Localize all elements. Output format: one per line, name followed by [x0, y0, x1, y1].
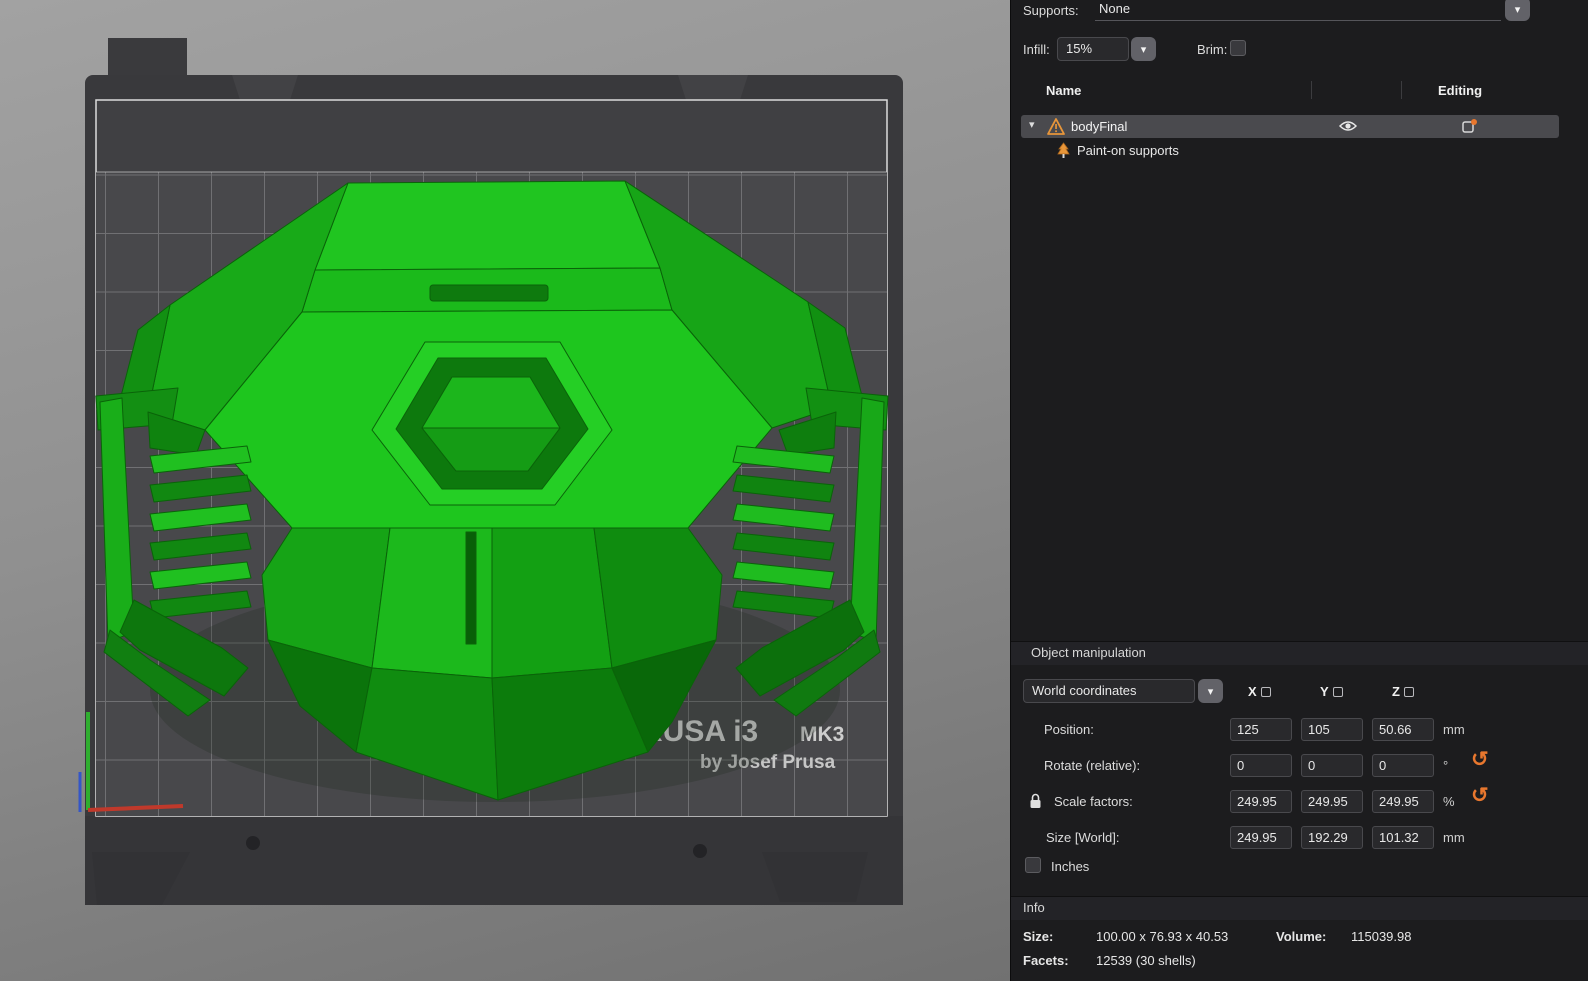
info-size-label: Size: [1023, 929, 1054, 944]
rotate-z-field[interactable] [1372, 754, 1434, 777]
settings-panel: Supports: None ▾ Infill: 15% ▾ Brim: Nam… [1010, 0, 1588, 981]
size-unit: mm [1443, 830, 1465, 845]
axis-z-icon [1403, 686, 1414, 697]
axis-y-icon [1332, 686, 1343, 697]
scale-y-field[interactable] [1301, 790, 1363, 813]
sub-item-label: Paint-on supports [1077, 143, 1179, 158]
column-separator [1401, 81, 1402, 99]
supports-dropdown[interactable]: None [1099, 1, 1130, 16]
info-volume-label: Volume: [1276, 929, 1327, 944]
scale-label: Scale factors: [1054, 794, 1133, 809]
axis-header-x: X [1248, 684, 1271, 699]
position-unit: mm [1443, 722, 1465, 737]
tree-expander-icon[interactable]: ▾ [1029, 118, 1035, 131]
supports-label: Supports: [1023, 3, 1079, 18]
name-column-header: Name [1046, 83, 1082, 98]
info-facets-label: Facets: [1023, 953, 1069, 968]
warning-icon [1047, 118, 1065, 135]
editing-column-header: Editing [1438, 83, 1483, 98]
info-volume-value: 115039.98 [1351, 929, 1412, 944]
brim-checkbox[interactable] [1230, 40, 1246, 56]
position-z-field[interactable] [1372, 718, 1434, 741]
infill-label: Infill: [1023, 42, 1050, 57]
scene-canvas: RUSA i3 MK3 by Josef Prusa [78, 38, 903, 905]
3d-viewport[interactable]: RUSA i3 MK3 by Josef Prusa [0, 0, 1010, 981]
inches-label: Inches [1051, 859, 1090, 874]
supports-dropdown-underline [1095, 20, 1501, 21]
object-name: bodyFinal [1071, 119, 1128, 134]
axis-y-label: Y [1320, 684, 1329, 699]
size-x-field[interactable] [1230, 826, 1292, 849]
position-x-field[interactable] [1230, 718, 1292, 741]
rotate-x-field[interactable] [1230, 754, 1292, 777]
brim-label: Brim: [1197, 42, 1228, 57]
scale-z-field[interactable] [1372, 790, 1434, 813]
eye-visibility-icon[interactable] [1339, 119, 1357, 133]
axis-header-z: Z [1392, 684, 1414, 699]
manipulation-section-title: Object manipulation [1031, 645, 1146, 660]
coordinates-dropdown-chevron-icon[interactable]: ▾ [1198, 679, 1223, 703]
axis-x-icon [1260, 686, 1271, 697]
info-section-title: Info [1023, 900, 1045, 915]
position-label: Position: [1044, 722, 1094, 737]
rotate-y-field[interactable] [1301, 754, 1363, 777]
rotate-label: Rotate (relative): [1044, 758, 1141, 773]
size-world-label: Size [World]: [1046, 830, 1120, 845]
inches-checkbox[interactable] [1025, 857, 1041, 873]
rotate-reset-icon[interactable]: ↺ [1471, 749, 1489, 770]
scale-unit: % [1443, 794, 1455, 809]
coordinates-dropdown[interactable]: World coordinates [1023, 679, 1195, 703]
infill-dropdown[interactable]: 15% [1057, 37, 1129, 61]
size-y-field[interactable] [1301, 826, 1363, 849]
scale-x-field[interactable] [1230, 790, 1292, 813]
object-row-paint-on-supports[interactable]: Paint-on supports [1021, 140, 1559, 162]
infill-dropdown-chevron-icon[interactable]: ▾ [1131, 37, 1156, 61]
axis-z-label: Z [1392, 684, 1400, 699]
info-section-strip [1011, 896, 1588, 920]
paint-on-supports-icon [1057, 142, 1070, 158]
axis-x-label: X [1248, 684, 1257, 699]
column-separator [1311, 81, 1312, 99]
object-row-bodyfinal[interactable]: ▾ bodyFinal [1021, 115, 1559, 138]
position-y-field[interactable] [1301, 718, 1363, 741]
info-facets-value: 12539 (30 shells) [1096, 953, 1196, 968]
editing-icon[interactable] [1461, 118, 1478, 135]
scale-reset-icon[interactable]: ↺ [1471, 785, 1489, 806]
info-size-value: 100.00 x 76.93 x 40.53 [1096, 929, 1229, 944]
rotate-unit: ° [1443, 758, 1449, 773]
supports-dropdown-chevron-icon[interactable]: ▾ [1505, 0, 1530, 21]
axis-header-y: Y [1320, 684, 1343, 699]
scale-lock-icon[interactable] [1029, 793, 1042, 809]
size-z-field[interactable] [1372, 826, 1434, 849]
